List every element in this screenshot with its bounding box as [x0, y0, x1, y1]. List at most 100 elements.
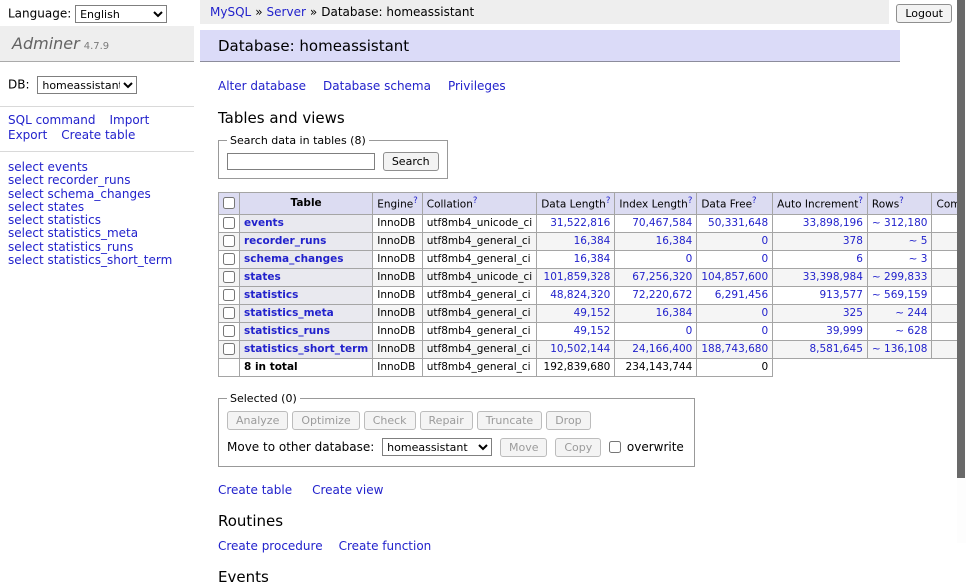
cell-rows: ~ 312,180	[867, 214, 932, 232]
help-link[interactable]: ?	[858, 196, 863, 206]
table-link-schema_changes[interactable]: schema_changes	[244, 253, 344, 265]
cell-collation: utf8mb4_unicode_ci	[422, 214, 536, 232]
tables-heading: Tables and views	[218, 109, 900, 127]
cell-rows: ~ 244	[867, 304, 932, 322]
language-select[interactable]: English	[75, 5, 167, 23]
action-link-privileges[interactable]: Privileges	[448, 79, 506, 93]
help-link[interactable]: ?	[899, 196, 904, 206]
sidebar-table-links: select eventsselect recorder_runsselect …	[0, 152, 194, 267]
help-link[interactable]: ?	[606, 196, 611, 206]
cell-collation: utf8mb4_general_ci	[422, 340, 536, 358]
cell-index-length: 0	[615, 322, 697, 340]
table-link-statistics_short_term[interactable]: statistics_short_term	[244, 343, 368, 355]
cell-data-free: 6,291,456	[697, 286, 773, 304]
logout-button[interactable]: Logout	[896, 4, 952, 23]
cell-engine: InnoDB	[373, 268, 423, 286]
truncate-button[interactable]: Truncate	[477, 411, 542, 430]
row-checkbox-states[interactable]	[223, 271, 235, 283]
analyze-button[interactable]: Analyze	[227, 411, 288, 430]
sidebar-item-recorder_runs[interactable]: select recorder_runs	[8, 174, 186, 187]
sidebar-link-export[interactable]: Export	[8, 128, 47, 142]
search-input[interactable]	[227, 153, 375, 170]
db-label: DB:	[8, 78, 30, 92]
optimize-button[interactable]: Optimize	[292, 411, 359, 430]
column-header-checkbox	[219, 193, 240, 215]
bottom-link-create-table[interactable]: Create table	[218, 483, 292, 497]
sidebar-link-import[interactable]: Import	[109, 113, 149, 127]
sidebar-item-events[interactable]: select events	[8, 161, 186, 174]
total-collation: utf8mb4_general_ci	[422, 358, 536, 376]
sidebar-link-sql-command[interactable]: SQL command	[8, 113, 95, 127]
row-checkbox-recorder_runs[interactable]	[223, 235, 235, 247]
search-button[interactable]: Search	[383, 152, 439, 171]
sidebar: Adminer4.7.9 DB: homeassistant SQL comma…	[0, 26, 194, 267]
table-row-statistics: statisticsInnoDButf8mb4_general_ci48,824…	[219, 286, 966, 304]
app-logo[interactable]: Adminer	[12, 34, 80, 53]
help-link[interactable]: ?	[413, 196, 418, 206]
total-data-length: 192,839,680	[537, 358, 615, 376]
routines-link-create-function[interactable]: Create function	[339, 539, 432, 553]
cell-engine: InnoDB	[373, 340, 423, 358]
help-link[interactable]: ?	[473, 196, 478, 206]
db-select[interactable]: homeassistant	[37, 76, 137, 94]
total-index-length: 234,143,744	[615, 358, 697, 376]
table-row-statistics_short_term: statistics_short_term InnoDButf8mb4_gener…	[219, 340, 966, 358]
action-link-alter-database[interactable]: Alter database	[218, 79, 306, 93]
sidebar-item-schema_changes[interactable]: select schema_changes	[8, 188, 186, 201]
table-link-statistics_meta[interactable]: statistics_meta	[244, 307, 334, 319]
selected-buttons-row: AnalyzeOptimize CheckRepairTruncateDrop	[227, 411, 684, 430]
row-checkbox-statistics_runs[interactable]	[223, 325, 235, 337]
bottom-link-create-view[interactable]: Create view	[312, 483, 383, 497]
row-checkbox-statistics_meta[interactable]	[223, 307, 235, 319]
move-label: Move to other database:	[227, 440, 374, 454]
move-db-select[interactable]: homeassistant	[382, 438, 492, 456]
sidebar-actions: SQL command Import Export Create table	[0, 106, 194, 152]
row-checkbox-events[interactable]	[223, 217, 235, 229]
cell-data-length: 16,384	[537, 250, 615, 268]
cell-data-length: 16,384	[537, 232, 615, 250]
table-link-recorder_runs[interactable]: recorder_runs	[244, 235, 326, 247]
cell-index-length: 67,256,320	[615, 268, 697, 286]
action-link-database-schema[interactable]: Database schema	[323, 79, 431, 93]
scrollbar-track[interactable]	[957, 0, 966, 543]
sidebar-item-statistics_runs[interactable]: select statistics_runs	[8, 241, 186, 254]
cell-engine: InnoDB	[373, 322, 423, 340]
table-total-row: 8 in totalInnoDButf8mb4_general_ci192,83…	[219, 358, 966, 376]
overwrite-checkbox[interactable]	[609, 441, 621, 453]
select-all-checkbox[interactable]	[223, 197, 235, 209]
help-link[interactable]: ?	[752, 196, 757, 206]
overwrite-label: overwrite	[627, 440, 684, 454]
sidebar-item-statistics_short_term[interactable]: select statistics_short_term	[8, 254, 186, 267]
column-header-table: Table	[240, 193, 373, 215]
events-heading: Events	[218, 568, 900, 586]
move-button[interactable]: Move	[500, 438, 548, 457]
cell-auto-increment: 33,398,984	[773, 268, 868, 286]
repair-button[interactable]: Repair	[420, 411, 473, 430]
table-link-states[interactable]: states	[244, 271, 281, 283]
help-link[interactable]: ?	[688, 196, 693, 206]
cell-rows: ~ 3	[867, 250, 932, 268]
routines-link-create-procedure[interactable]: Create procedure	[218, 539, 323, 553]
cell-index-length: 70,467,584	[615, 214, 697, 232]
cell-collation: utf8mb4_general_ci	[422, 286, 536, 304]
scrollbar-thumb[interactable]	[957, 0, 965, 478]
sidebar-item-states[interactable]: select states	[8, 201, 186, 214]
cell-engine: InnoDB	[373, 286, 423, 304]
check-button[interactable]: Check	[364, 411, 416, 430]
drop-button[interactable]: Drop	[546, 411, 590, 430]
sidebar-item-statistics_meta[interactable]: select statistics_meta	[8, 227, 186, 240]
table-link-statistics[interactable]: statistics	[244, 289, 298, 301]
cell-data-free: 0	[697, 304, 773, 322]
breadcrumb-link-mysql[interactable]: MySQL	[210, 5, 251, 19]
row-checkbox-schema_changes[interactable]	[223, 253, 235, 265]
row-checkbox-statistics[interactable]	[223, 289, 235, 301]
cell-engine: InnoDB	[373, 232, 423, 250]
breadcrumb-link-server[interactable]: Server	[267, 5, 306, 19]
table-link-statistics_runs[interactable]: statistics_runs	[244, 325, 330, 337]
copy-button[interactable]: Copy	[555, 438, 601, 457]
table-link-events[interactable]: events	[244, 217, 284, 229]
sidebar-link-create-table[interactable]: Create table	[61, 128, 135, 142]
sidebar-item-statistics[interactable]: select statistics	[8, 214, 186, 227]
row-checkbox-statistics_short_term[interactable]	[223, 343, 235, 355]
cell-collation: utf8mb4_unicode_ci	[422, 268, 536, 286]
